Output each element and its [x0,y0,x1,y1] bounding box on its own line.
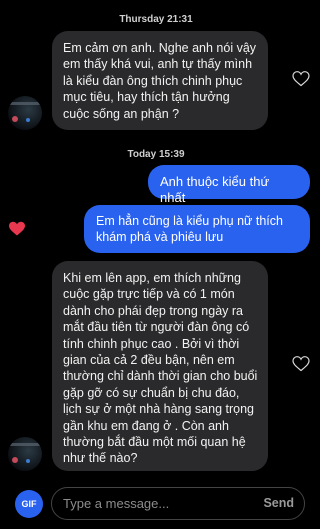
message-text: Anh thuộc kiểu thứ nhất [160,174,270,206]
avatar[interactable] [8,437,42,471]
message-text: Khi em lên app, em thích những cuộc gặp … [63,271,258,466]
send-button[interactable]: Send [263,496,294,510]
message-text: Em cảm ơn anh. Nghe anh nói vậy em thấy … [63,41,257,121]
message-input[interactable]: Type a message... Send [51,487,305,520]
timestamp-text: Thursday 21:31 [119,14,193,25]
timestamp-today: Today 15:39 [0,149,312,160]
heart-filled-icon[interactable] [8,221,26,237]
gif-icon: GIF [21,499,37,509]
gif-button[interactable]: GIF [15,490,43,518]
outgoing-message[interactable]: Em hẳn cũng là kiểu phụ nữ thích khám ph… [84,205,310,253]
heart-outline-icon[interactable] [292,71,310,87]
outgoing-message[interactable]: Anh thuộc kiểu thứ nhất [148,165,310,205]
incoming-message[interactable]: Em cảm ơn anh. Nghe anh nói vậy em thấy … [52,31,268,130]
timestamp-text: Today 15:39 [127,149,185,160]
message-composer: GIF Type a message... Send [0,482,312,529]
timestamp-thursday: Thursday 21:31 [0,14,312,25]
incoming-message[interactable]: Khi em lên app, em thích những cuộc gặp … [52,261,268,471]
avatar[interactable] [8,96,42,130]
message-input-placeholder: Type a message... [63,496,170,511]
message-text: Em hẳn cũng là kiểu phụ nữ thích khám ph… [96,214,283,245]
heart-outline-icon[interactable] [292,356,310,372]
